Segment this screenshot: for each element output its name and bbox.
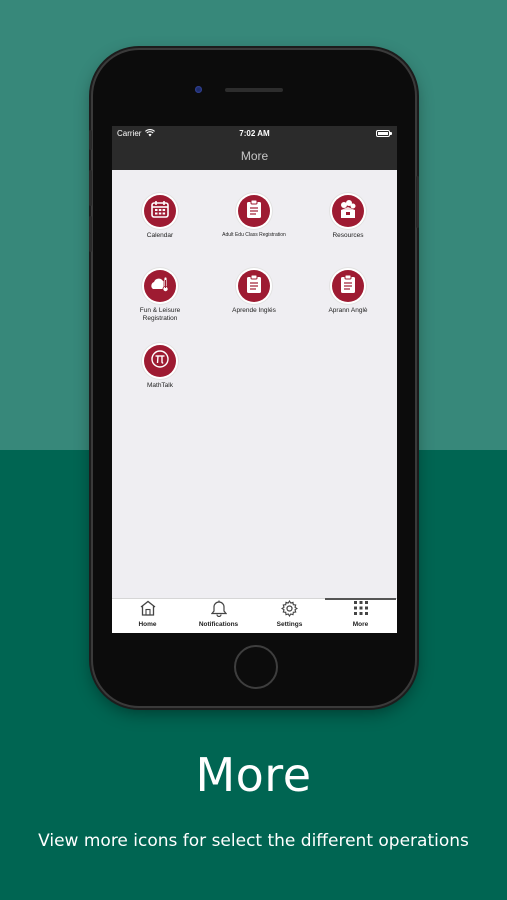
tile-icon-ring (142, 193, 178, 229)
tile-icon-disc (332, 270, 364, 302)
tile-label: Resources (332, 232, 364, 239)
tab-more[interactable]: More (325, 598, 396, 633)
caption-text: View more icons for select the different… (38, 831, 469, 851)
tile-calendar[interactable]: Calendar (125, 193, 195, 240)
tile-icon-disc (144, 345, 176, 377)
tab-settings[interactable]: Settings (254, 599, 325, 633)
tab-icon-wrap (325, 600, 396, 621)
tile-label: Fun & Leisure Registration (139, 307, 181, 322)
tile-icon-ring (330, 268, 366, 304)
tab-icon-wrap (254, 599, 325, 622)
tile-icon-ring (330, 193, 366, 229)
volume-down-button (89, 216, 92, 252)
status-time: 7:02 AM (239, 129, 270, 138)
tile-aprende-ingles[interactable]: Aprende Inglés (219, 268, 289, 315)
tile-label: MathTalk (146, 382, 173, 389)
front-camera (195, 86, 202, 93)
tile-icon-disc (332, 195, 364, 227)
tile-label: Calendar (146, 232, 174, 239)
tab-label: Notifications (198, 621, 239, 628)
cloud-thermometer-icon (149, 274, 171, 299)
tile-icon-disc (238, 270, 270, 302)
phone-frame: Carrier 7:02 AM More Calendar Adult Edu … (89, 50, 419, 706)
tile-adult-edu-registration[interactable]: Adult Edu Class Registration (219, 193, 289, 239)
grid-icon (353, 600, 369, 621)
tab-label: Home (138, 621, 157, 628)
tile-fun-leisure-registration[interactable]: Fun & Leisure Registration (125, 268, 195, 323)
calendar-icon (150, 199, 170, 224)
navigation-bar: More (112, 142, 397, 170)
tile-aprann-angle[interactable]: Aprann Anglè (313, 268, 383, 315)
tile-icon-ring (142, 268, 178, 304)
tile-icon-ring (236, 268, 272, 304)
tile-icon-disc (238, 195, 270, 227)
tile-icon-disc (144, 195, 176, 227)
tab-icon-wrap (183, 600, 254, 622)
power-button (416, 176, 419, 228)
pi-icon (149, 348, 171, 375)
home-icon (139, 600, 157, 621)
tab-notifications[interactable]: Notifications (183, 599, 254, 633)
tile-icon-disc (144, 270, 176, 302)
home-button[interactable] (234, 645, 278, 689)
page-title: More (240, 149, 269, 163)
volume-up-button (89, 170, 92, 206)
tab-bar: Home Notifications Settings More (112, 598, 397, 633)
tab-label: More (352, 621, 369, 628)
clipboard-icon (245, 199, 263, 224)
caption-title: More (195, 748, 312, 802)
tile-mathtalk[interactable]: MathTalk (125, 343, 195, 390)
mute-switch (89, 130, 92, 150)
status-bar: Carrier 7:02 AM (112, 126, 397, 142)
tile-label: Adult Edu Class Registration (222, 232, 286, 238)
tile-label: Aprende Inglés (232, 307, 276, 314)
app-screen: Carrier 7:02 AM More Calendar Adult Edu … (112, 126, 397, 633)
tab-label: Settings (276, 621, 303, 628)
clipboard-icon (339, 274, 357, 299)
clipboard-icon (245, 274, 263, 299)
bell-icon (210, 600, 227, 622)
tab-home[interactable]: Home (112, 599, 183, 633)
tile-icon-ring (142, 343, 178, 379)
gear-icon (280, 599, 299, 622)
tile-resources[interactable]: Resources (313, 193, 383, 240)
tile-label: Aprann Anglè (328, 307, 368, 314)
earpiece-speaker (225, 88, 283, 92)
tile-icon-ring (236, 193, 272, 229)
resources-box-icon (337, 199, 359, 224)
battery-icon (376, 130, 392, 137)
tab-icon-wrap (112, 600, 183, 621)
